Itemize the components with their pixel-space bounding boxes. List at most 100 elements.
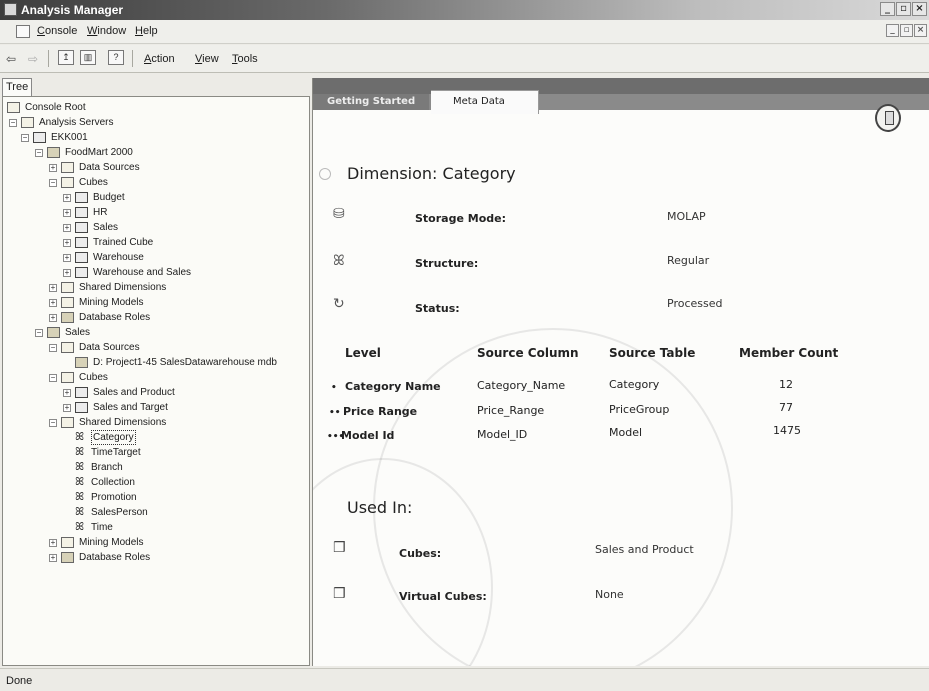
mdi-restore-button[interactable]: ▫ xyxy=(900,24,913,37)
tree-node-cube[interactable]: + HR xyxy=(3,206,303,220)
table-row-source-column: Category_Name xyxy=(477,379,566,392)
tree-node-dimension-category[interactable]: ꕤ Category xyxy=(3,430,303,445)
collapse-icon[interactable]: − xyxy=(49,344,57,352)
decorative-circle-icon xyxy=(319,168,331,180)
table-row-member-count: 1475 xyxy=(773,424,801,437)
table-row-level: •••Model Id xyxy=(327,429,395,442)
collapse-icon[interactable]: − xyxy=(49,419,57,427)
dimension-icon: ꕤ xyxy=(75,506,85,518)
collapse-icon[interactable]: − xyxy=(35,329,43,337)
close-button[interactable]: × xyxy=(912,2,927,16)
expand-icon[interactable]: + xyxy=(63,269,71,277)
tree-node-console-root[interactable]: Console Root xyxy=(3,101,303,115)
collapse-icon[interactable]: − xyxy=(21,134,29,142)
tree-node-cube[interactable]: + Sales and Product xyxy=(3,386,303,400)
expand-icon[interactable]: + xyxy=(63,224,71,232)
mdi-close-button[interactable]: × xyxy=(914,24,927,37)
column-header-level: Level xyxy=(345,346,381,360)
table-row-level: • Category Name xyxy=(331,380,441,393)
tree-node-cube[interactable]: + Budget xyxy=(3,191,303,205)
forward-arrow-icon[interactable]: ⇨ xyxy=(28,52,38,66)
tree-node-cube[interactable]: + Warehouse xyxy=(3,251,303,265)
server-icon xyxy=(33,132,46,143)
tree-node-cube[interactable]: + Trained Cube xyxy=(3,236,303,250)
tree-node-dimension[interactable]: ꕤ SalesPerson xyxy=(3,506,303,520)
roles-icon xyxy=(61,312,74,323)
tree-node-dimension[interactable]: ꕤ TimeTarget xyxy=(3,446,303,460)
tree-node-cubes[interactable]: − Cubes xyxy=(3,176,303,190)
tree-node-shared-dimensions[interactable]: + Shared Dimensions xyxy=(3,281,303,295)
tree-node-shared-dimensions[interactable]: − Shared Dimensions xyxy=(3,416,303,430)
tree-node-server[interactable]: − EKK001 xyxy=(3,131,303,145)
maximize-button[interactable]: ▫ xyxy=(896,2,911,16)
menu-action[interactable]: Action xyxy=(144,53,175,65)
tree-node-dimension[interactable]: ꕤ Collection xyxy=(3,476,303,490)
used-in-title: Used In: xyxy=(347,498,413,517)
tree-node-data-source[interactable]: D: Project1-45 SalesDatawarehouse mdb xyxy=(3,356,303,370)
expand-icon[interactable]: + xyxy=(63,254,71,262)
tree-node-data-sources[interactable]: − Data Sources xyxy=(3,341,303,355)
tree-node-database-roles[interactable]: + Database Roles xyxy=(3,551,303,565)
structure-label: Structure: xyxy=(415,257,479,270)
table-row-source-table: Model xyxy=(609,426,643,439)
column-header-member-count: Member Count xyxy=(739,346,839,360)
cube-icon xyxy=(75,252,88,263)
show-hide-tree-icon[interactable]: ▥ xyxy=(80,50,96,65)
expand-icon[interactable]: + xyxy=(49,539,57,547)
expand-icon[interactable]: + xyxy=(63,239,71,247)
table-row-member-count: 12 xyxy=(779,378,793,391)
tree-node-mining-models[interactable]: + Mining Models xyxy=(3,296,303,310)
menu-bar: Console Window Help _ ▫ × xyxy=(0,20,929,44)
table-row-source-table: PriceGroup xyxy=(609,403,670,416)
tree-node-analysis-servers[interactable]: − Analysis Servers xyxy=(3,116,303,130)
status-label: Status: xyxy=(415,302,460,315)
database-icon xyxy=(47,147,60,158)
menu-console[interactable]: Console xyxy=(37,25,77,37)
collapse-icon[interactable]: − xyxy=(35,149,43,157)
column-header-source-column: Source Column xyxy=(477,346,579,360)
mdi-minimize-button[interactable]: _ xyxy=(886,24,899,37)
menu-help[interactable]: Help xyxy=(135,25,158,37)
tree-node-dimension[interactable]: ꕤ Promotion xyxy=(3,491,303,505)
tree-node-data-sources[interactable]: + Data Sources xyxy=(3,161,303,175)
tree-node-cube[interactable]: + Sales and Target xyxy=(3,401,303,415)
collapse-icon[interactable]: − xyxy=(49,179,57,187)
minimize-button[interactable]: _ xyxy=(880,2,895,16)
tree-node-database[interactable]: − Sales xyxy=(3,326,303,340)
help-icon[interactable]: ? xyxy=(108,50,124,65)
expand-icon[interactable]: + xyxy=(49,554,57,562)
tree-node-dimension[interactable]: ꕤ Time xyxy=(3,521,303,535)
folder-icon xyxy=(61,417,74,428)
expand-icon[interactable]: + xyxy=(49,314,57,322)
back-arrow-icon[interactable]: ⇦ xyxy=(6,52,16,66)
expand-icon[interactable]: + xyxy=(63,209,71,217)
tree-node-mining-models[interactable]: + Mining Models xyxy=(3,536,303,550)
menu-view[interactable]: View xyxy=(195,53,219,65)
tree-node-cube[interactable]: + Warehouse and Sales xyxy=(3,266,303,280)
menu-window[interactable]: Window xyxy=(87,25,126,37)
expand-icon[interactable]: + xyxy=(63,404,71,412)
expand-icon[interactable]: + xyxy=(63,389,71,397)
expand-icon[interactable]: + xyxy=(49,164,57,172)
expand-icon[interactable]: + xyxy=(49,299,57,307)
dimension-icon: ꕤ xyxy=(75,491,85,503)
tree-node-database[interactable]: − FoodMart 2000 xyxy=(3,146,303,160)
cube-icon xyxy=(75,402,88,413)
menu-tools[interactable]: Tools xyxy=(232,53,258,65)
tab-getting-started[interactable]: Getting Started xyxy=(313,94,429,110)
mdi-controls: _ ▫ × xyxy=(886,24,927,37)
tree-node-database-roles[interactable]: + Database Roles xyxy=(3,311,303,325)
collapse-icon[interactable]: − xyxy=(49,374,57,382)
up-level-icon[interactable]: ↥ xyxy=(58,50,74,65)
used-in-virtual-cubes-label: Virtual Cubes: xyxy=(399,590,487,603)
tree-tab[interactable]: Tree xyxy=(2,78,32,96)
expand-icon[interactable]: + xyxy=(49,284,57,292)
expand-icon[interactable]: + xyxy=(63,194,71,202)
collapse-icon[interactable]: − xyxy=(9,119,17,127)
tree-node-cube[interactable]: + Sales xyxy=(3,221,303,235)
tree-node-dimension[interactable]: ꕤ Branch xyxy=(3,461,303,475)
table-row-source-table: Category xyxy=(609,378,660,391)
tree-node-cubes[interactable]: − Cubes xyxy=(3,371,303,385)
tab-meta-data[interactable]: Meta Data xyxy=(431,90,539,114)
used-in-virtual-cubes-value: None xyxy=(595,588,624,601)
